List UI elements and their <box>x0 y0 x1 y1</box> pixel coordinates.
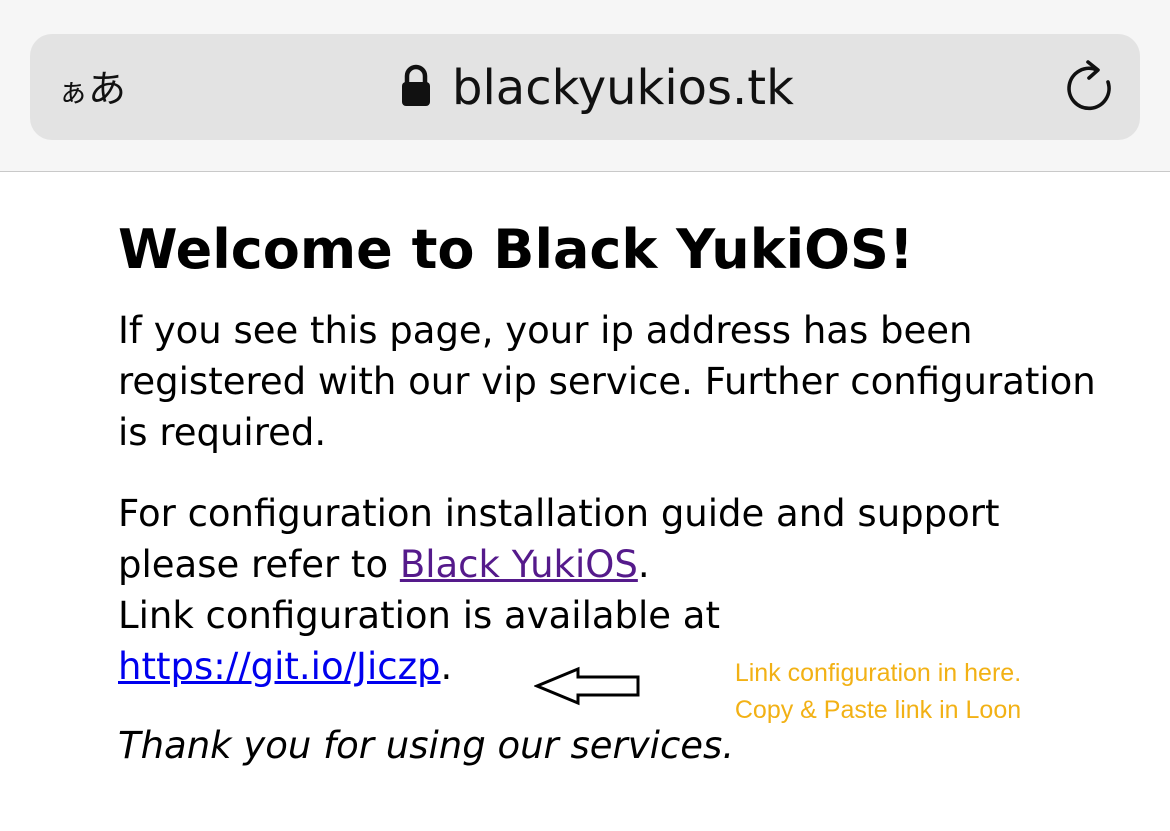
link-intro-text: Link configuration is available at <box>118 594 720 637</box>
config-period: . <box>440 645 453 688</box>
text-size-button[interactable]: ぁあ <box>58 64 126 118</box>
config-link[interactable]: https://git.io/Jiczp <box>118 645 441 688</box>
text-size-large-glyph: あ <box>88 67 127 111</box>
intro-paragraph: If you see this page, your ip address ha… <box>118 309 1096 454</box>
url-domain[interactable]: blackyukios.tk <box>452 58 794 118</box>
annotation-note: Link configuration in here. Copy & Paste… <box>700 655 1056 729</box>
page-title: Welcome to Black YukiOS! <box>118 218 914 281</box>
guide-link[interactable]: Black YukiOS <box>400 543 638 586</box>
annotation-line-2: Copy & Paste link in Loon <box>734 696 1022 724</box>
support-period: . <box>637 543 650 586</box>
reload-icon[interactable] <box>1064 60 1116 116</box>
text-size-small-glyph: ぁ <box>58 75 88 110</box>
annotation-line-1: Link configuration in here. <box>734 659 1022 687</box>
arrow-left-icon <box>534 666 640 706</box>
lock-icon <box>402 64 430 106</box>
